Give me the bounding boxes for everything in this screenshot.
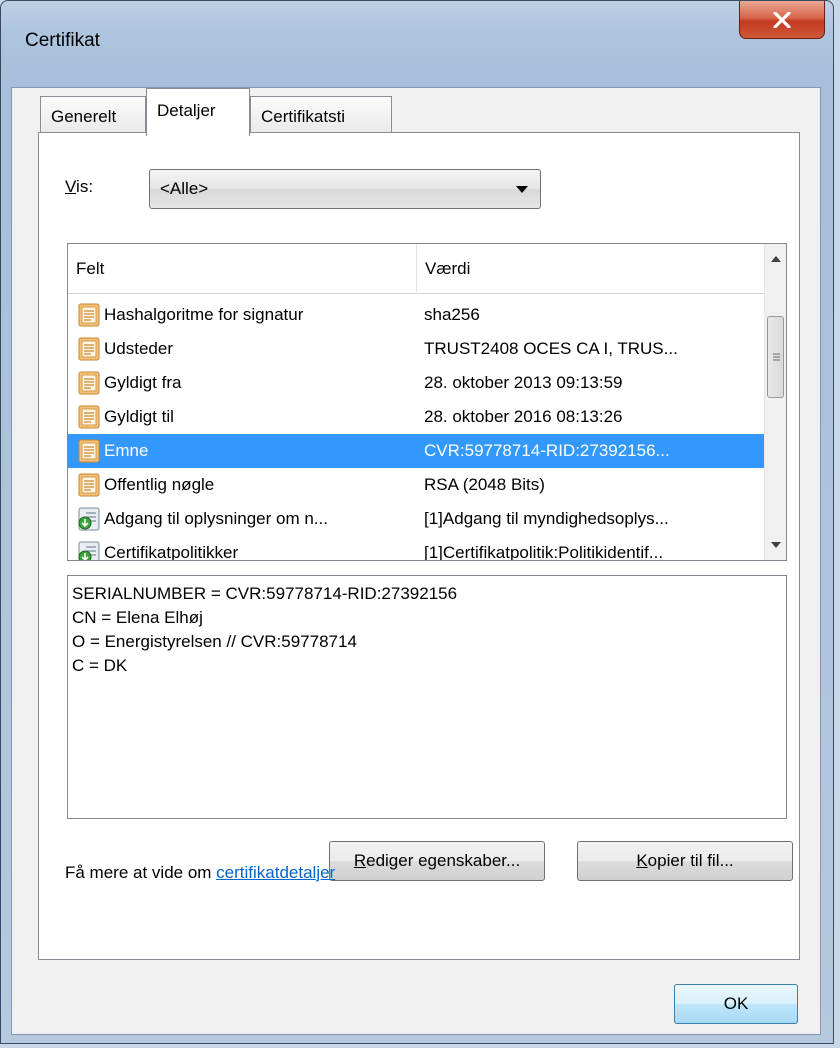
accelerator-key: K	[636, 851, 648, 870]
certificate-field-icon	[78, 371, 100, 395]
close-icon	[773, 11, 791, 28]
scroll-thumb[interactable]	[767, 316, 784, 398]
scroll-up-button[interactable]	[765, 248, 786, 270]
certificate-extension-icon	[78, 541, 100, 560]
list-item[interactable]: Gyldigt til 28. oktober 2016 08:13:26	[68, 400, 766, 434]
certificate-details-link[interactable]: certifikatdetaljer	[216, 863, 335, 882]
list-item[interactable]: Udsteder TRUST2408 OCES CA I, TRUS...	[68, 332, 766, 366]
scroll-down-button[interactable]	[765, 534, 786, 556]
arrow-up-icon	[770, 256, 781, 262]
tab-generelt[interactable]: Generelt	[40, 96, 146, 136]
grip-icon	[773, 353, 780, 361]
arrow-down-icon	[770, 542, 781, 548]
certificate-fields-list[interactable]: Felt Værdi Hashalgoritme for signatur sha…	[67, 243, 787, 561]
column-header-value[interactable]: Værdi	[416, 244, 766, 294]
list-item[interactable]: Hashalgoritme for signatur sha256	[68, 298, 766, 332]
certificate-field-icon	[78, 439, 100, 463]
field-name: Udsteder	[104, 339, 173, 358]
show-filter-dropdown[interactable]: <Alle>	[149, 169, 541, 209]
button-label: ediger egenskaber...	[366, 851, 521, 870]
column-header-field[interactable]: Felt	[68, 244, 416, 294]
button-label: opier til fil...	[647, 851, 734, 870]
certificate-extension-icon	[78, 507, 100, 531]
field-value: TRUST2408 OCES CA I, TRUS...	[424, 339, 678, 358]
window-title: Certifikat	[25, 30, 100, 51]
ok-button[interactable]: OK	[674, 984, 798, 1024]
certificate-field-icon	[78, 405, 100, 429]
label-text: is:	[76, 177, 94, 196]
field-value: RSA (2048 Bits)	[424, 475, 545, 494]
close-button[interactable]	[739, 1, 825, 39]
field-value: 28. oktober 2016 08:13:26	[424, 407, 623, 426]
details-tab-panel: Vis: <Alle> Felt Værdi Hashalgoritme for…	[38, 132, 800, 960]
dropdown-selected-value: <Alle>	[160, 179, 209, 198]
field-name: Gyldigt til	[104, 407, 174, 426]
chevron-down-icon	[516, 186, 528, 193]
tab-label: Certifikatsti	[261, 107, 346, 126]
certificate-field-icon	[78, 337, 100, 361]
dialog-client-area: Generelt Detaljer Certifikatsti Vis: <Al…	[11, 87, 821, 1035]
field-detail-textbox[interactable]: SERIALNUMBER = CVR:59778714-RID:27392156…	[67, 575, 787, 819]
show-filter-label: Vis:	[65, 177, 93, 197]
field-value: 28. oktober 2013 09:13:59	[424, 373, 623, 392]
tab-label: Detaljer	[157, 101, 216, 120]
field-name: Certifikatpolitikker	[104, 543, 239, 561]
field-value: sha256	[424, 305, 480, 324]
field-name: Offentlig nøgle	[104, 475, 215, 494]
title-bar[interactable]: Certifikat	[1, 1, 833, 87]
field-name: Emne	[104, 441, 149, 460]
list-item[interactable]: Gyldigt fra 28. oktober 2013 09:13:59	[68, 366, 766, 400]
accelerator-key: V	[65, 177, 77, 196]
field-name: Hashalgoritme for signatur	[104, 305, 304, 324]
tab-label: Generelt	[51, 107, 117, 126]
certificate-field-icon	[78, 473, 100, 497]
field-name: Adgang til oplysninger om n...	[104, 509, 328, 528]
certificate-dialog: Certifikat Generelt Detaljer Certifikats…	[0, 0, 834, 1044]
field-value: [1]Certifikatpolitik:Politikidentif...	[424, 543, 664, 561]
certificate-field-icon	[78, 303, 100, 327]
accelerator-key: R	[353, 851, 367, 870]
edit-properties-button[interactable]: Rediger egenskaber...	[329, 841, 545, 881]
list-item[interactable]: Certifikatpolitikker [1]Certifikatpolitik…	[68, 536, 766, 561]
field-value: CVR:59778714-RID:27392156...	[424, 441, 670, 460]
list-item[interactable]: Emne CVR:59778714-RID:27392156...	[68, 434, 766, 468]
field-name: Gyldigt fra	[104, 373, 182, 392]
learn-more-text: Få mere at vide om certifikatdetaljer	[65, 863, 335, 883]
list-item[interactable]: Adgang til oplysninger om n... [1]Adgang …	[68, 502, 766, 536]
list-header: Felt Værdi	[68, 244, 766, 294]
list-scrollbar[interactable]	[764, 244, 786, 560]
tab-detaljer[interactable]: Detaljer	[146, 88, 250, 136]
tab-certifikatsti[interactable]: Certifikatsti	[250, 96, 392, 136]
list-item[interactable]: Offentlig nøgle RSA (2048 Bits)	[68, 468, 766, 502]
learn-more-prefix: Få mere at vide om	[65, 863, 217, 882]
field-value: [1]Adgang til myndighedsoplys...	[424, 509, 669, 528]
copy-to-file-button[interactable]: Kopier til fil...	[577, 841, 793, 881]
